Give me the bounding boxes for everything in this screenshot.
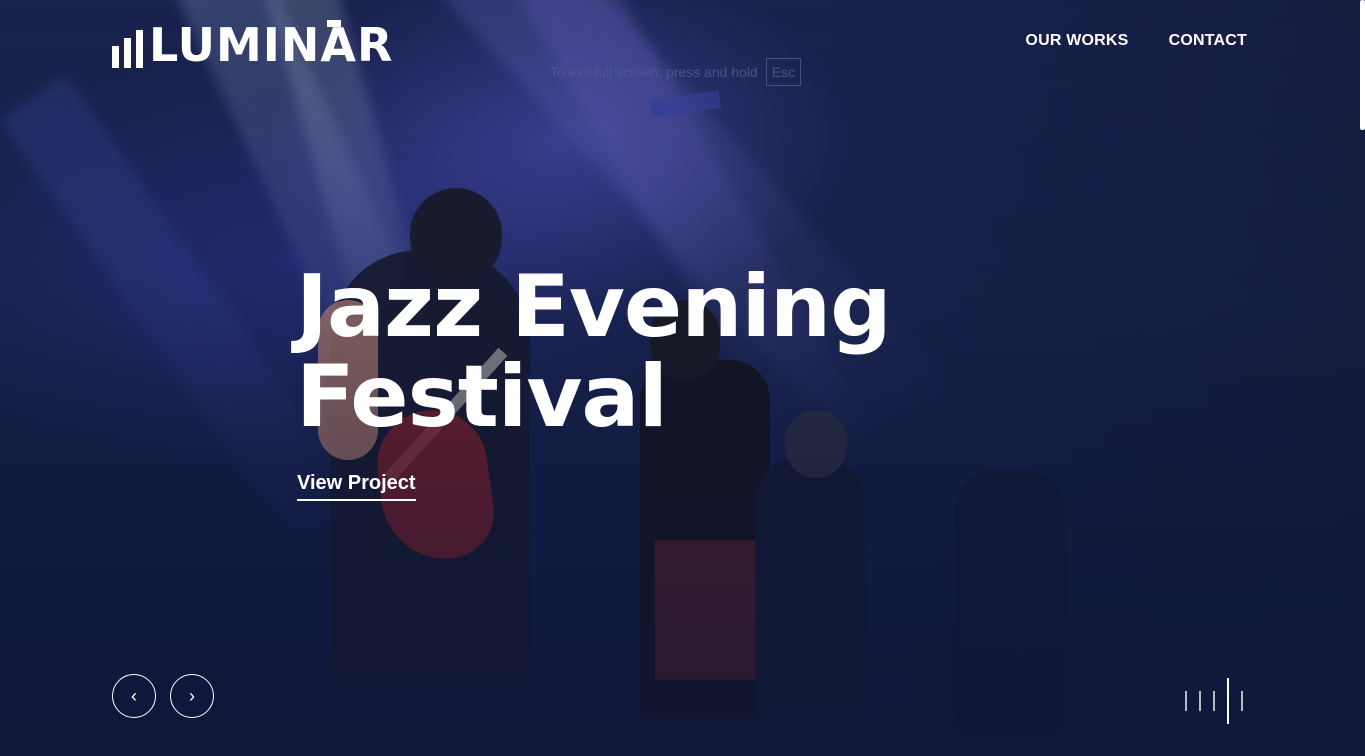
main-nav: OUR WORKS CONTACT [1025, 32, 1247, 50]
nav-link-contact[interactable]: CONTACT [1169, 32, 1247, 50]
fullscreen-notice: To exit full screen, press and hold Esc [550, 57, 802, 87]
fullscreen-notice-text: To exit full screen, press and hold [550, 64, 758, 80]
prev-slide-button[interactable]: ‹ [112, 674, 156, 718]
view-project-link[interactable]: View Project [297, 472, 416, 501]
scrollbar-thumb[interactable] [1360, 0, 1365, 130]
chevron-right-icon: › [189, 685, 195, 706]
slide-indicator-2[interactable] [1199, 691, 1201, 711]
slide-pagination [1185, 678, 1243, 724]
slide-indicator-1[interactable] [1185, 691, 1187, 711]
hero-title-line-2: Festival [296, 347, 668, 447]
slide-indicator-3[interactable] [1213, 691, 1215, 711]
nav-link-our-works[interactable]: OUR WORKS [1025, 32, 1128, 50]
slide-indicator-active[interactable] [1227, 678, 1229, 724]
chevron-left-icon: ‹ [131, 685, 137, 706]
hero-title: Jazz Evening Festival [296, 262, 936, 442]
esc-key-badge: Esc [765, 58, 802, 86]
next-slide-button[interactable]: › [170, 674, 214, 718]
site-logo[interactable]: LUMINAR [112, 14, 393, 68]
logo-text: LUMINAR [149, 18, 394, 72]
hero-title-line-1: Jazz Evening [296, 257, 892, 357]
logo-bars-icon [112, 30, 143, 68]
slide-indicator-5[interactable] [1241, 691, 1243, 711]
